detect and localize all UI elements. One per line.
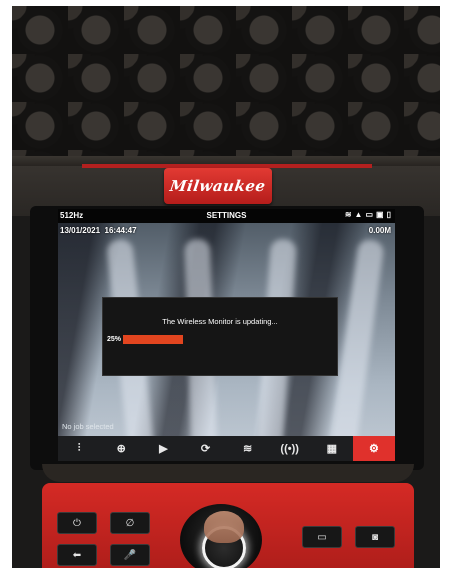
- mute-icon: ∅: [125, 517, 135, 529]
- zoom-button[interactable]: ⊕: [100, 436, 142, 461]
- settings-button[interactable]: ⚙: [352, 436, 395, 461]
- usb-icon: ▣: [376, 210, 384, 219]
- progress-track: [123, 335, 323, 344]
- rotate-button[interactable]: ⟳: [184, 436, 226, 461]
- power-button[interactable]: ⏻: [57, 512, 97, 534]
- housing-rim: [42, 464, 414, 482]
- job-label: No job selected: [62, 422, 114, 431]
- device-photo: Milwaukee 512Hz SETTINGS ≋ ▲ ▭ ▣ ▯ 13/01…: [12, 6, 440, 568]
- tag-icon: ▶: [159, 443, 168, 455]
- sonde-button[interactable]: ⫶: [58, 436, 100, 461]
- photo-button[interactable]: ◙: [355, 526, 395, 548]
- speaker-grille: [12, 6, 440, 162]
- status-bar: 512Hz SETTINGS ≋ ▲ ▭ ▣ ▯: [58, 209, 395, 223]
- video-camera-icon: ▭: [317, 531, 327, 543]
- tag-button[interactable]: ▶: [142, 436, 184, 461]
- rotate-icon: ⟳: [200, 443, 211, 455]
- camera-icon: ◙: [371, 531, 379, 543]
- sonde-icon: ⫶: [77, 442, 81, 454]
- back-arrow-icon: ⬅: [72, 549, 82, 561]
- mic-button[interactable]: 🎤: [110, 544, 150, 566]
- progress-bar: [123, 335, 183, 344]
- microphone-icon: 🎤: [123, 549, 137, 561]
- brand-logo: Milwaukee: [164, 168, 272, 204]
- wireless-icon: ((•)): [280, 442, 299, 455]
- bottom-toolbar: ⫶ ⊕ ▶ ⟳ ≋ ((•)) ▦ ⚙: [58, 436, 395, 461]
- back-button[interactable]: ⬅: [57, 544, 97, 566]
- datetime-overlay: 13/01/2021 16:44:47: [60, 226, 137, 235]
- settings-icon: ⚙: [369, 443, 379, 455]
- brand-logo-text: Milwaukee: [168, 177, 268, 195]
- grid-button[interactable]: ▦: [311, 436, 353, 461]
- zoom-icon: ⊕: [116, 443, 126, 455]
- thumb: [204, 511, 244, 543]
- grid-icon: ▦: [326, 443, 338, 455]
- date-label: 13/01/2021: [60, 226, 101, 235]
- progress-percent: 25%: [107, 336, 122, 343]
- update-dialog: The Wireless Monitor is updating... 25%: [102, 297, 338, 376]
- update-message: The Wireless Monitor is updating...: [162, 317, 278, 326]
- distance-counter: 0.00M: [368, 226, 391, 235]
- monitor-screen: 512Hz SETTINGS ≋ ▲ ▭ ▣ ▯ 13/01/2021 16:4…: [58, 209, 395, 461]
- battery-icon: ▯: [386, 210, 391, 219]
- time-label: 16:44:47: [104, 226, 137, 235]
- mute-button[interactable]: ∅: [110, 512, 150, 534]
- locator-icon: ≋: [242, 443, 253, 455]
- warning-icon: ▲: [354, 210, 363, 219]
- wifi-icon: ≋: [344, 210, 352, 219]
- video-button[interactable]: ▭: [302, 526, 342, 548]
- status-icons: ≋ ▲ ▭ ▣ ▯: [345, 210, 391, 219]
- sd-card-icon: ▭: [365, 210, 374, 219]
- power-icon: ⏻: [73, 517, 81, 529]
- wireless-button[interactable]: ((•)): [269, 436, 311, 461]
- locator-button[interactable]: ≋: [227, 436, 269, 461]
